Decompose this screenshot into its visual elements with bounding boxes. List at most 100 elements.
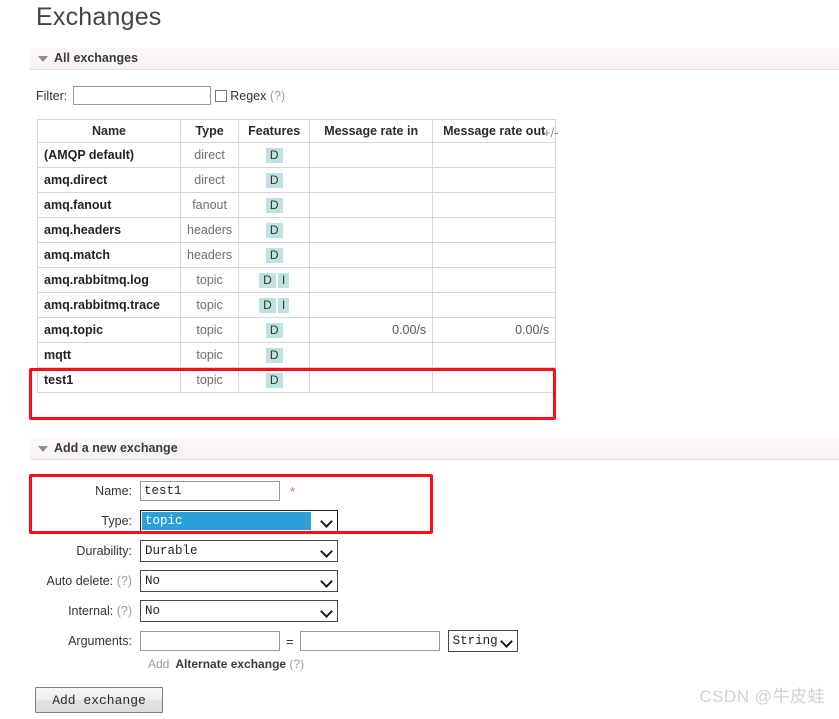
- table-row: amq.rabbitmq.log topic D I: [37, 267, 557, 293]
- form-row-auto-delete: Auto delete: (?) No: [36, 566, 518, 596]
- column-header-name[interactable]: Name: [37, 119, 181, 143]
- filter-row: Filter: Regex (?): [36, 86, 285, 108]
- filter-input[interactable]: [73, 86, 212, 105]
- chevron-down-icon: [38, 446, 48, 452]
- cell-exchange-type: headers: [179, 217, 240, 243]
- section-title-add-exchange: Add a new exchange: [54, 441, 178, 455]
- cell-message-rate-in: [309, 242, 434, 268]
- cell-message-rate-out: [432, 342, 557, 368]
- chevron-down-icon: [322, 607, 331, 616]
- section-header-add-exchange[interactable]: Add a new exchange: [30, 438, 839, 460]
- regex-text: Regex: [230, 88, 267, 103]
- cell-exchange-features: DI: [238, 292, 311, 318]
- cell-exchange-name[interactable]: amq.topic: [37, 317, 181, 343]
- chevron-down-icon: [322, 547, 331, 556]
- feature-badge: D: [265, 173, 283, 188]
- cell-exchange-type: direct: [179, 142, 240, 168]
- exchanges-table: Name Type Features Message rate in Messa…: [37, 119, 557, 393]
- cell-exchange-name[interactable]: amq.fanout: [37, 192, 181, 218]
- cell-exchange-features: D: [238, 192, 311, 218]
- internal-value: No: [145, 604, 161, 618]
- feature-badge: D: [265, 248, 283, 263]
- cell-exchange-name[interactable]: amq.rabbitmq.log: [37, 267, 181, 293]
- exchange-type-value: topic: [142, 512, 311, 530]
- regex-checkbox[interactable]: [215, 89, 228, 102]
- filter-label: Filter:: [36, 88, 68, 103]
- cell-exchange-name[interactable]: amq.headers: [37, 217, 181, 243]
- table-row: test1 topic D: [37, 367, 557, 393]
- exchange-type-select[interactable]: topic: [140, 510, 338, 532]
- alternate-exchange-preset-link[interactable]: Alternate exchange: [175, 657, 286, 671]
- auto-delete-text: Auto delete:: [46, 574, 114, 588]
- cell-exchange-name[interactable]: amq.rabbitmq.trace: [37, 292, 181, 318]
- column-header-type[interactable]: Type: [179, 119, 240, 143]
- cell-exchange-name[interactable]: amq.match: [37, 242, 181, 268]
- toggle-columns-link[interactable]: +/-: [543, 125, 559, 140]
- cell-exchange-type: fanout: [179, 192, 240, 218]
- column-header-features: Features: [238, 119, 311, 143]
- regex-help-icon[interactable]: (?): [270, 89, 285, 103]
- cell-exchange-features: DI: [238, 267, 311, 293]
- argument-key-input[interactable]: [140, 631, 280, 651]
- cell-message-rate-in: 0.00/s: [309, 317, 434, 343]
- table-row: amq.match headers D: [37, 242, 557, 268]
- cell-message-rate-out: [432, 367, 557, 393]
- cell-exchange-features: D: [238, 342, 311, 368]
- label-arguments: Arguments:: [68, 634, 132, 648]
- table-row: amq.headers headers D: [37, 217, 557, 243]
- feature-badge: D: [265, 198, 283, 213]
- table-row: amq.rabbitmq.trace topic D I: [37, 292, 557, 318]
- table-row: (AMQP default) direct D: [37, 142, 557, 168]
- table-row: amq.topic topic D 0.00/s 0.00/s: [37, 317, 557, 343]
- table-row: amq.fanout fanout D: [37, 192, 557, 218]
- internal-help-icon[interactable]: (?): [117, 604, 132, 618]
- section-title-all-exchanges: All exchanges: [54, 51, 139, 65]
- label-auto-delete: Auto delete: (?): [36, 574, 140, 588]
- column-header-message-rate-out[interactable]: Message rate out: [432, 119, 557, 143]
- cell-exchange-name[interactable]: amq.direct: [37, 167, 181, 193]
- cell-exchange-name[interactable]: mqtt: [37, 342, 181, 368]
- section-header-all-exchanges[interactable]: All exchanges: [30, 48, 839, 70]
- durability-value: Durable: [145, 544, 198, 558]
- alternate-exchange-help-icon[interactable]: (?): [289, 657, 304, 671]
- cell-message-rate-out: [432, 267, 557, 293]
- cell-exchange-name[interactable]: (AMQP default): [37, 142, 181, 168]
- add-exchange-button[interactable]: Add exchange: [35, 687, 163, 713]
- cell-message-rate-out: 0.00/s: [432, 317, 557, 343]
- chevron-down-icon: [502, 637, 511, 646]
- cell-exchange-type: topic: [179, 367, 240, 393]
- chevron-down-icon: [38, 56, 48, 62]
- table-body: (AMQP default) direct Damq.direct direct Dam…: [37, 142, 557, 393]
- chevron-down-icon: [322, 577, 331, 586]
- feature-badge: D: [265, 348, 283, 363]
- cell-exchange-name[interactable]: test1: [37, 367, 181, 393]
- cell-message-rate-out: [432, 242, 557, 268]
- feature-badge: D: [265, 373, 283, 388]
- argument-type-select[interactable]: String: [447, 630, 518, 652]
- form-row-durability: Durability: Durable: [36, 536, 518, 566]
- column-header-message-rate-in[interactable]: Message rate in: [309, 119, 434, 143]
- internal-select[interactable]: No: [140, 600, 338, 622]
- auto-delete-help-icon[interactable]: (?): [117, 574, 132, 588]
- feature-badge: D: [259, 273, 276, 288]
- chevron-down-icon: [322, 517, 331, 526]
- auto-delete-select[interactable]: No: [140, 570, 338, 592]
- cell-message-rate-out: [432, 217, 557, 243]
- argument-value-input[interactable]: [299, 631, 440, 651]
- table-header-row: Name Type Features Message rate in Messa…: [37, 119, 557, 143]
- durability-select[interactable]: Durable: [140, 540, 338, 562]
- argument-preset-links: Add Alternate exchange (?): [148, 657, 304, 671]
- exchange-name-input[interactable]: [140, 481, 280, 501]
- add-argument-link[interactable]: Add: [148, 657, 169, 671]
- auto-delete-value: No: [145, 574, 161, 588]
- cell-message-rate-out: [432, 192, 557, 218]
- feature-badge: D: [265, 223, 283, 238]
- label-internal: Internal: (?): [36, 604, 140, 618]
- cell-message-rate-in: [309, 292, 434, 318]
- table-row: amq.direct direct D: [37, 167, 557, 193]
- watermark: CSDN @牛皮蛙: [699, 687, 825, 706]
- required-indicator: *: [290, 483, 296, 499]
- cell-exchange-features: D: [238, 142, 311, 168]
- cell-exchange-features: D: [238, 167, 311, 193]
- regex-label: Regex (?): [230, 89, 285, 103]
